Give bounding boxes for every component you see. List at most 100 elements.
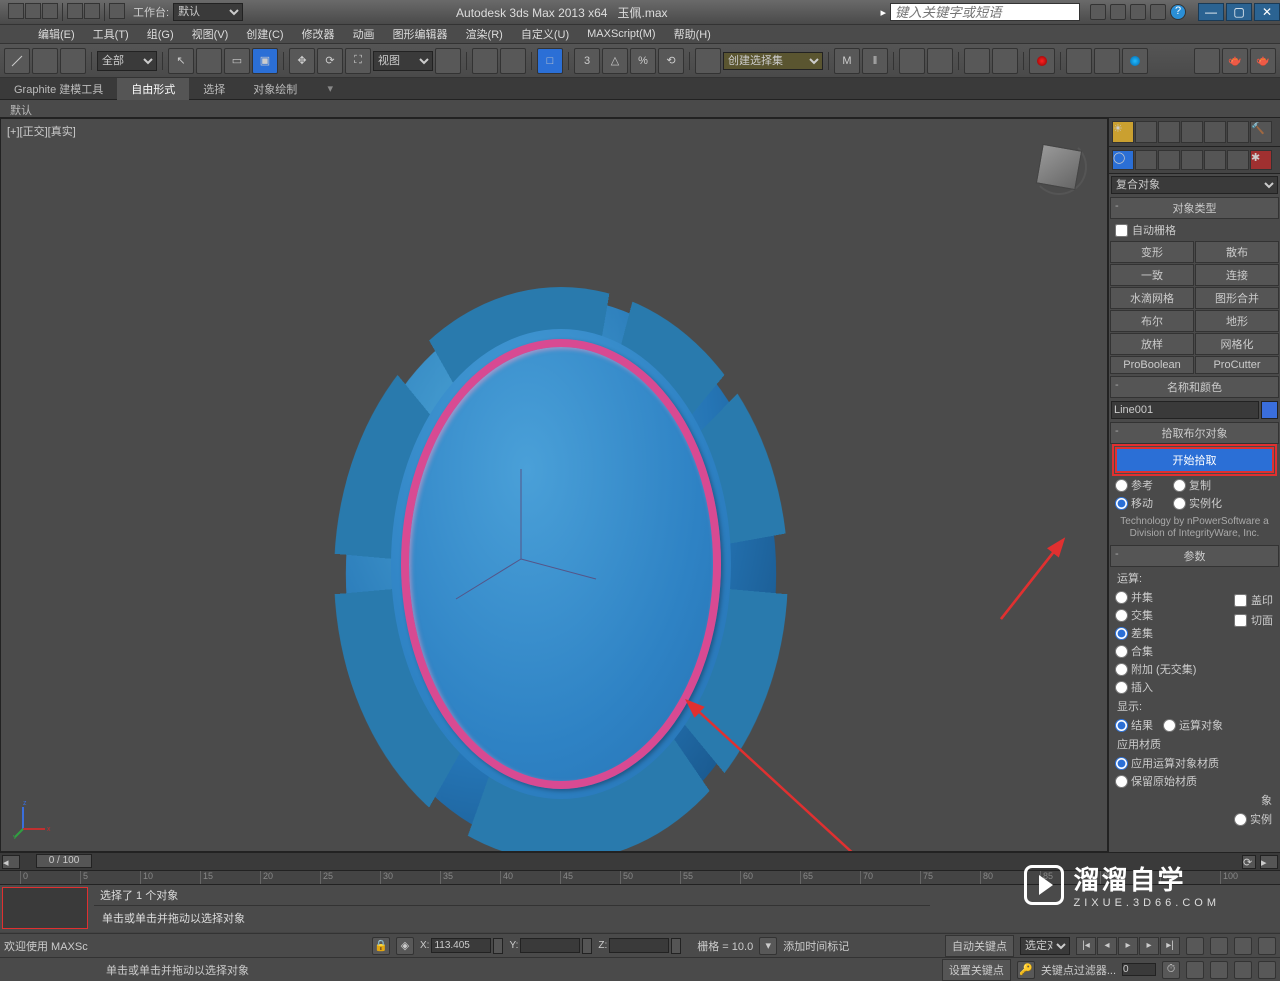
tool-select-name[interactable] [196, 48, 222, 74]
space-icon[interactable] [1227, 150, 1249, 170]
search-input[interactable] [890, 3, 1080, 21]
category-select[interactable]: 复合对象 [1111, 176, 1278, 194]
key-filter[interactable]: 关键点过滤器... [1041, 962, 1116, 978]
menu-graph[interactable]: 图形编辑器 [385, 24, 456, 44]
menu-customize[interactable]: 自定义(U) [513, 24, 577, 44]
op-insert[interactable]: 插入 [1115, 679, 1153, 695]
ribbon-tab-paint[interactable]: 对象绘制 [239, 78, 311, 100]
tool-angle[interactable]: △ [602, 48, 628, 74]
btn-blobmesh[interactable]: 水滴网格 [1110, 287, 1194, 309]
menu-group[interactable]: 组(G) [139, 24, 182, 44]
marker-icon[interactable]: ▾ [759, 937, 777, 955]
nav-1[interactable] [1186, 937, 1204, 955]
help-icon[interactable]: ? [1170, 4, 1186, 20]
minimize-button[interactable]: — [1198, 3, 1224, 21]
btn-connect[interactable]: 连接 [1195, 264, 1279, 286]
tool-manip[interactable] [472, 48, 498, 74]
btn-scatter[interactable]: 散布 [1195, 241, 1279, 263]
tool-editor[interactable] [695, 48, 721, 74]
tool-schematic[interactable] [992, 48, 1018, 74]
trackbar[interactable]: 0510152025303540455055606570758085909510… [0, 870, 1280, 884]
btn-conform[interactable]: 一致 [1110, 264, 1194, 286]
maximize-button[interactable]: ▢ [1226, 3, 1252, 21]
lock-icon[interactable]: 🔒 [372, 937, 390, 955]
chk-cookie[interactable] [1234, 614, 1247, 627]
undo-icon[interactable] [67, 3, 83, 19]
rollout-params[interactable]: -参数 [1110, 545, 1279, 567]
autogrid-check[interactable] [1115, 224, 1128, 237]
coord-y[interactable] [520, 938, 580, 953]
open-icon[interactable] [25, 3, 41, 19]
coord-select[interactable]: 视图 [373, 51, 433, 71]
next-frame[interactable]: ▸ [1139, 937, 1159, 955]
more-inst[interactable]: 实例 [1234, 811, 1272, 827]
tool-ribbon[interactable] [927, 48, 953, 74]
new-icon[interactable] [8, 3, 24, 19]
time-config[interactable]: ⏱ [1162, 961, 1180, 979]
tool-scale[interactable]: ⛶ [345, 48, 371, 74]
viewcube[interactable] [1031, 139, 1087, 195]
tool-percent[interactable]: % [630, 48, 656, 74]
caption-icon-4[interactable] [1150, 4, 1166, 20]
mat-keep[interactable]: 保留原始材质 [1115, 773, 1197, 789]
menu-tools[interactable]: 工具(T) [85, 24, 137, 44]
panel-icon-6[interactable] [1227, 121, 1249, 143]
spin-x[interactable] [493, 938, 503, 954]
ribbon-tab-graphite[interactable]: Graphite 建模工具 [0, 78, 117, 100]
tool-pivot[interactable] [435, 48, 461, 74]
info-icon[interactable]: ▸ [880, 6, 886, 19]
btn-loft[interactable]: 放样 [1110, 333, 1194, 355]
tool-link[interactable] [4, 48, 30, 74]
op-merge[interactable]: 合集 [1115, 643, 1153, 659]
menu-views[interactable]: 视图(V) [184, 24, 237, 44]
iso-icon[interactable]: ◈ [396, 937, 414, 955]
btn-boolean[interactable]: 布尔 [1110, 310, 1194, 332]
frame-input[interactable] [1122, 963, 1156, 976]
tool-render-setup[interactable] [1066, 48, 1092, 74]
autokey-button[interactable]: 自动关键点 [945, 935, 1014, 957]
panel-icon-3[interactable] [1158, 121, 1180, 143]
tool-teapot2[interactable]: 🫖 [1250, 48, 1276, 74]
light-icon[interactable]: ☀ [1112, 121, 1134, 143]
tool-teapot1[interactable]: 🫖 [1222, 48, 1248, 74]
save-icon[interactable] [42, 3, 58, 19]
tool-render[interactable] [1122, 48, 1148, 74]
preview-thumb[interactable] [2, 887, 88, 929]
radio-reference[interactable]: 参考 [1115, 477, 1153, 493]
radio-move[interactable]: 移动 [1115, 495, 1153, 511]
menu-modifiers[interactable]: 修改器 [294, 24, 343, 44]
color-swatch[interactable] [1261, 401, 1278, 419]
caption-icon-1[interactable] [1090, 4, 1106, 20]
radio-instance[interactable]: 实例化 [1173, 495, 1222, 511]
nav-3[interactable] [1234, 937, 1252, 955]
menu-edit[interactable]: 编辑(E) [30, 24, 83, 44]
light2-icon[interactable] [1158, 150, 1180, 170]
add-marker[interactable]: 添加时间标记 [783, 938, 849, 954]
tool-curve[interactable] [964, 48, 990, 74]
ribbon-dropdown[interactable]: ▾ [321, 82, 339, 95]
menu-help[interactable]: 帮助(H) [666, 24, 719, 44]
spin-y[interactable] [582, 938, 592, 954]
caption-icon-3[interactable] [1130, 4, 1146, 20]
viewport-label[interactable]: [+][正交][真实] [7, 123, 76, 139]
helper-icon[interactable] [1204, 150, 1226, 170]
show-result[interactable]: 结果 [1115, 717, 1153, 733]
caption-icon-2[interactable] [1110, 4, 1126, 20]
coord-z[interactable] [609, 938, 669, 953]
tool-kbd[interactable] [500, 48, 526, 74]
tool-unlink[interactable] [32, 48, 58, 74]
rollout-object-type[interactable]: -对象类型 [1110, 197, 1279, 219]
viewport[interactable]: [+][正交][真实] z x y [0, 118, 1108, 852]
key-target-select[interactable]: 选定对 [1020, 937, 1070, 955]
tool-snap3[interactable]: 3 [574, 48, 600, 74]
filter-select[interactable]: 全部 [97, 51, 157, 71]
tool-spinner[interactable]: ⟲ [658, 48, 684, 74]
nav-7[interactable] [1234, 961, 1252, 979]
tool-render-frame[interactable] [1094, 48, 1120, 74]
object-name-input[interactable] [1111, 401, 1259, 419]
tool-material[interactable] [1029, 48, 1055, 74]
tool-bind[interactable] [60, 48, 86, 74]
menu-create[interactable]: 创建(C) [238, 24, 291, 44]
cam-icon[interactable] [1181, 150, 1203, 170]
nav-5[interactable] [1186, 961, 1204, 979]
